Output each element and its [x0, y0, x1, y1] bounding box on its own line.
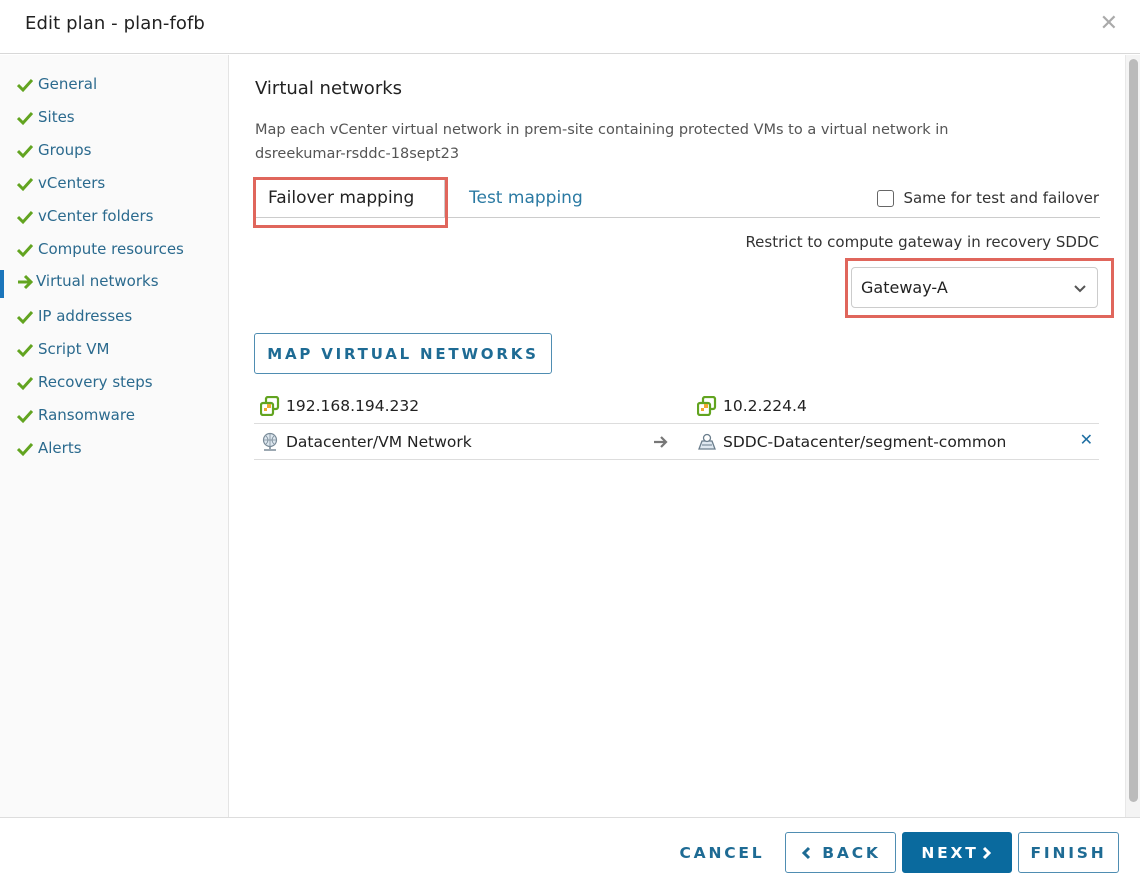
sidebar-item-label: vCenter folders [38, 207, 154, 225]
sidebar-item-groups[interactable]: Groups [0, 139, 228, 163]
section-title: Virtual networks [255, 78, 403, 99]
target-network: SDDC-Datacenter/segment-common [697, 424, 1006, 459]
sidebar-item-label: Ransomware [38, 406, 135, 424]
close-icon[interactable]: ✕ [1100, 12, 1118, 36]
sidebar-item-compute-resources[interactable]: Compute resources [0, 238, 228, 262]
checkmark-icon [17, 210, 33, 225]
target-vcenter: 10.2.224.4 [697, 388, 807, 423]
sidebar-item-label: Sites [38, 108, 75, 126]
checkmark-icon [17, 310, 33, 325]
same-for-test-checkbox[interactable]: Same for test and failover [877, 189, 1099, 207]
checkmark-icon [17, 442, 33, 457]
sidebar-item-label: Virtual networks [36, 272, 159, 290]
wizard-steps-sidebar: General Sites Groups vCenters vCenter fo… [0, 55, 229, 817]
source-vcenter: 192.168.194.232 [260, 388, 419, 423]
sidebar-item-alerts[interactable]: Alerts [0, 437, 228, 461]
restrict-gateway-label: Restrict to compute gateway in recovery … [745, 233, 1099, 251]
sidebar-item-label: Compute resources [38, 240, 184, 258]
checkmark-icon [17, 144, 33, 159]
gateway-select-value: Gateway-A [861, 278, 948, 297]
back-button-label: BACK [822, 843, 881, 862]
sidebar-item-label: IP addresses [38, 307, 133, 325]
sidebar-item-general[interactable]: General [0, 73, 228, 97]
dialog-title: Edit plan - plan-fofb [25, 13, 205, 34]
scrollbar-thumb[interactable] [1129, 59, 1138, 802]
arrow-right-icon [18, 274, 33, 290]
cancel-button[interactable]: CANCEL [672, 832, 772, 873]
section-description: Map each vCenter virtual network in prem… [255, 122, 949, 162]
dialog-footer: CANCEL BACK NEXT FINISH [0, 817, 1140, 884]
source-network: Datacenter/VM Network [260, 424, 472, 459]
target-network-name: SDDC-Datacenter/segment-common [723, 432, 1007, 451]
remove-mapping-icon[interactable]: ✕ [1080, 430, 1093, 449]
target-vcenter-address: 10.2.224.4 [723, 396, 807, 415]
network-mapping-row: Datacenter/VM Network SDDC-Datacenter/se… [254, 424, 1099, 460]
checkmark-icon [17, 177, 33, 192]
main-content: Virtual networks Map each vCenter virtua… [230, 55, 1125, 817]
chevron-left-icon [802, 846, 811, 859]
sidebar-item-ransomware[interactable]: Ransomware [0, 404, 228, 428]
vcenter-icon [697, 395, 717, 416]
checkbox-label: Same for test and failover [903, 189, 1099, 207]
sidebar-item-ip-addresses[interactable]: IP addresses [0, 305, 228, 329]
sidebar-item-vcenters[interactable]: vCenters [0, 172, 228, 196]
checkmark-icon [17, 243, 33, 258]
dialog-header: Edit plan - plan-fofb ✕ [0, 0, 1140, 54]
gateway-select[interactable]: Gateway-A [851, 267, 1098, 308]
network-globe-icon [262, 432, 278, 451]
arrow-right-icon [654, 436, 668, 448]
sidebar-item-label: Groups [38, 141, 92, 159]
chevron-down-icon [1074, 285, 1086, 293]
checkmark-icon [17, 343, 33, 358]
next-button[interactable]: NEXT [902, 832, 1012, 873]
sidebar-item-label: vCenters [38, 174, 106, 192]
vcenter-icon [260, 395, 280, 416]
vcenter-header-row: 192.168.194.232 10.2.224.4 [254, 388, 1099, 424]
sidebar-item-label: General [38, 75, 98, 93]
network-segment-icon [698, 433, 716, 450]
checkbox-box[interactable] [877, 189, 895, 207]
map-virtual-networks-button[interactable]: MAP VIRTUAL NETWORKS [254, 333, 552, 374]
tab-failover-mapping[interactable]: Failover mapping [255, 179, 445, 217]
sidebar-item-sites[interactable]: Sites [0, 106, 228, 130]
sidebar-item-recovery-steps[interactable]: Recovery steps [0, 371, 228, 395]
scrollbar[interactable] [1125, 55, 1140, 817]
sidebar-item-virtual-networks[interactable]: Virtual networks [0, 270, 228, 298]
sidebar-item-vcenter-folders[interactable]: vCenter folders [0, 205, 228, 229]
checkmark-icon [17, 78, 33, 93]
sidebar-item-label: Recovery steps [38, 373, 153, 391]
chevron-right-icon [982, 846, 991, 859]
finish-button[interactable]: FINISH [1018, 832, 1119, 873]
sidebar-item-label: Alerts [38, 439, 82, 457]
checkmark-icon [17, 111, 33, 126]
source-vcenter-address: 192.168.194.232 [286, 396, 420, 415]
tab-test-mapping[interactable]: Test mapping [469, 179, 583, 217]
checkmark-icon [17, 376, 33, 391]
sidebar-item-script-vm[interactable]: Script VM [0, 338, 228, 362]
checkmark-icon [17, 409, 33, 424]
sidebar-item-label: Script VM [38, 340, 110, 358]
active-indicator [0, 270, 4, 298]
back-button[interactable]: BACK [785, 832, 896, 873]
next-button-label: NEXT [921, 843, 979, 862]
source-network-name: Datacenter/VM Network [286, 432, 472, 451]
